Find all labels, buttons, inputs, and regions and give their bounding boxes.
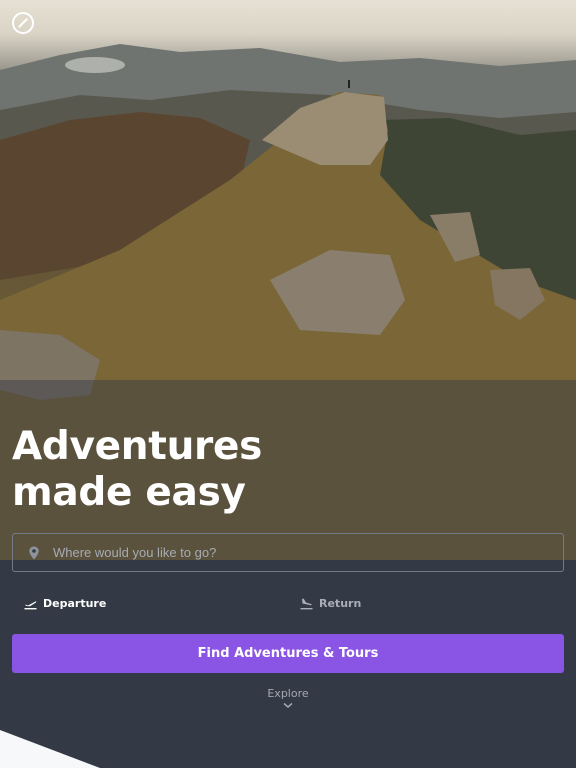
return-label: Return (319, 597, 362, 610)
destination-search[interactable] (12, 533, 564, 572)
find-adventures-button[interactable]: Find Adventures & Tours (12, 634, 564, 673)
departure-date-picker[interactable]: Departure (24, 597, 106, 610)
hero-title: Adventures made easy (12, 424, 262, 516)
hero-title-line-1: Adventures (12, 424, 263, 469)
map-pin-icon (29, 546, 39, 559)
chevron-down-icon (283, 702, 293, 708)
plane-takeoff-icon (24, 601, 37, 610)
explore-label: Explore (267, 687, 309, 700)
hero-title-line-2: made easy (12, 470, 246, 515)
explore-link[interactable]: Explore (0, 687, 576, 709)
plane-landing-icon (300, 598, 313, 610)
compass-logo-icon[interactable] (12, 12, 34, 34)
destination-search-input[interactable] (51, 544, 563, 561)
decorative-corner-shape (0, 730, 100, 768)
departure-label: Departure (43, 597, 107, 610)
return-date-picker[interactable]: Return (300, 597, 361, 610)
